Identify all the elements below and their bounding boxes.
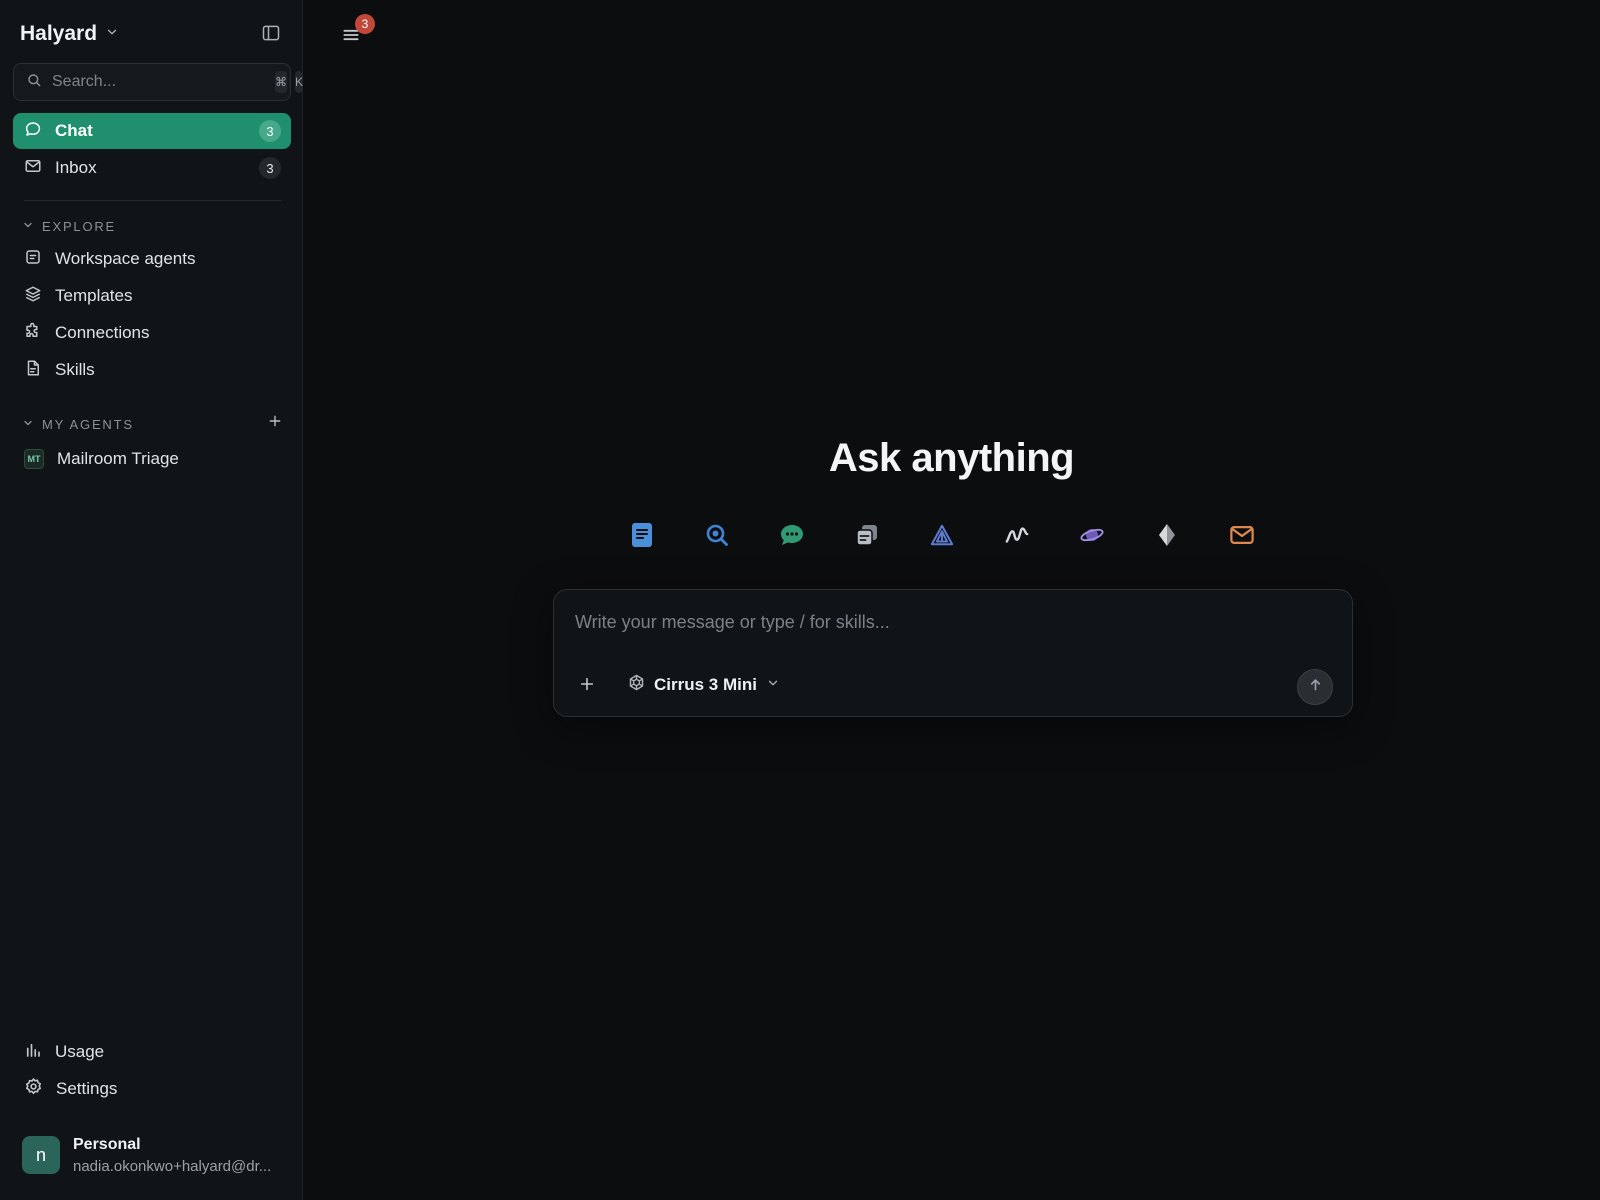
sidebar-toggle-icon (261, 23, 281, 48)
nav-item-settings[interactable]: Settings (13, 1071, 291, 1107)
triangle-icon[interactable] (930, 522, 954, 548)
nav-item-label: Connections (55, 323, 150, 342)
nav-item-usage[interactable]: Usage (13, 1034, 291, 1070)
bar-chart-icon (24, 1041, 42, 1064)
search-box[interactable]: ⌘ K (13, 63, 304, 101)
message-composer: Cirrus 3 Mini (553, 589, 1353, 717)
nav-item-label: Skills (55, 360, 95, 379)
search-icon (26, 72, 42, 93)
workspace-name: Halyard (20, 22, 98, 45)
chevron-down-icon (105, 25, 119, 44)
section-explore-header[interactable]: EXPLORE (22, 217, 116, 235)
plus-icon (268, 414, 282, 433)
section-title: EXPLORE (42, 218, 117, 234)
plus-icon (579, 676, 595, 697)
chevron-down-icon (766, 675, 780, 695)
agent-item-mailroom-triage[interactable]: MT Mailroom Triage (13, 441, 291, 477)
nav-item-label: Chat (55, 121, 93, 140)
nav-item-label: Workspace agents (55, 249, 196, 268)
collapse-sidebar-button[interactable] (260, 24, 282, 46)
tool-shortcuts (630, 522, 1254, 548)
planet-icon[interactable] (1080, 522, 1104, 548)
model-selector[interactable]: Cirrus 3 Mini (628, 672, 780, 698)
nav-item-label: Usage (55, 1042, 105, 1061)
notes-icon[interactable] (855, 522, 879, 548)
gear-icon (24, 1077, 43, 1101)
workspace-switcher[interactable]: Halyard (20, 20, 119, 48)
model-name: Cirrus 3 Mini (654, 675, 757, 694)
chat-count-badge: 3 (259, 120, 281, 142)
model-icon (628, 674, 645, 696)
search-icon[interactable] (705, 522, 729, 548)
docs-icon[interactable] (630, 522, 654, 548)
message-input[interactable] (575, 612, 1315, 642)
shortcut-letter-key: K (295, 71, 304, 93)
arrow-up-icon (1308, 677, 1323, 697)
profile-name: Personal (73, 1135, 141, 1153)
chat-bubble-icon (24, 120, 42, 143)
layers-icon (24, 285, 42, 308)
avatar: n (22, 1136, 60, 1174)
chevron-down-icon (22, 417, 34, 432)
sidebar: Halyard ⌘ K Chat 3 Inbox 3 (0, 0, 304, 1200)
inbox-count-badge: 3 (259, 157, 281, 179)
notification-badge: 3 (355, 14, 375, 34)
sidebar-divider (24, 200, 281, 201)
signal-icon[interactable] (1005, 522, 1029, 548)
agent-icon (24, 248, 42, 271)
page-title: Ask anything (828, 436, 1075, 480)
send-button[interactable] (1297, 669, 1333, 705)
nav-item-inbox[interactable]: Inbox 3 (13, 150, 291, 186)
add-agent-button[interactable] (266, 414, 284, 432)
mail-icon (24, 157, 42, 180)
chat-icon[interactable] (780, 522, 804, 548)
shortcut-mod-key: ⌘ (275, 71, 287, 93)
nav-item-skills[interactable]: Skills (13, 352, 291, 388)
chevron-down-icon (22, 219, 34, 234)
account-profile[interactable]: n Personal nadia.okonkwo+halyard@dr... (22, 1130, 292, 1180)
attach-button[interactable] (576, 675, 598, 697)
nav-item-label: Templates (55, 286, 133, 305)
agent-avatar: MT (24, 449, 44, 469)
nav-item-label: Settings (56, 1079, 118, 1098)
nav-item-chat[interactable]: Chat 3 (13, 113, 291, 149)
section-my-agents-header[interactable]: MY AGENTS (22, 415, 134, 433)
diamond-icon[interactable] (1155, 522, 1179, 548)
nav-item-connections[interactable]: Connections (13, 315, 291, 351)
search-input[interactable] (52, 73, 259, 91)
section-title: MY AGENTS (42, 416, 134, 432)
agent-item-label: Mailroom Triage (57, 449, 179, 468)
mail-icon[interactable] (1230, 522, 1254, 548)
nav-item-label: Inbox (55, 158, 97, 177)
nav-item-templates[interactable]: Templates (13, 278, 291, 314)
document-icon (24, 359, 42, 382)
nav-item-workspace-agents[interactable]: Workspace agents (13, 241, 291, 277)
profile-email: nadia.okonkwo+halyard@dr... (73, 1157, 272, 1175)
puzzle-icon (24, 322, 42, 345)
